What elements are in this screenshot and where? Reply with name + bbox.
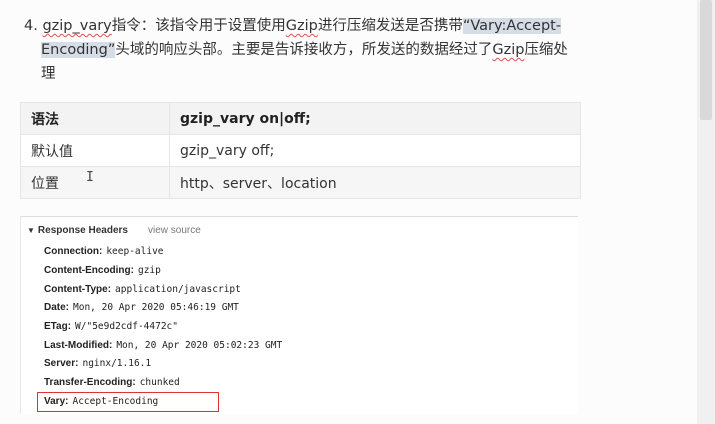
header-key: Last-Modified: [44, 340, 113, 351]
list-number: 4. [24, 18, 38, 34]
header-key: Date: [44, 302, 70, 313]
header-key: Content-Encoding: [44, 265, 134, 276]
header-value: application/javascript [115, 284, 241, 295]
gzip-term: Gzip [285, 18, 318, 34]
response-headers-toggle[interactable]: ▼ Response Headers [27, 225, 128, 236]
header-value: gzip [137, 265, 161, 276]
header-row: Content-Type: application/javascript [44, 284, 241, 295]
header-row: Date: Mon, 20 Apr 2020 05:46:19 GMT [44, 302, 239, 313]
description-text: 进行压缩发送是否携带 [317, 18, 463, 34]
page: 4. gzip_vary指令：该指令用于设置使用Gzip进行压缩发送是否携带“V… [0, 0, 715, 424]
section-title: Response Headers [37, 225, 128, 236]
description-text: 压缩处 [524, 42, 568, 58]
header-value: Mon, 20 Apr 2020 05:02:23 GMT [116, 340, 283, 351]
table-cell-value: gzip_vary on|off; [169, 102, 581, 135]
annotation-box [37, 392, 219, 412]
header-row: Content-Encoding: gzip [44, 265, 161, 276]
table-cell-label: 语法 [20, 102, 170, 135]
triangle-down-icon: ▼ [27, 226, 35, 235]
header-key: Content-Type: [44, 284, 112, 295]
table-cell-label: 默认值 [20, 134, 170, 167]
header-key: Server: [44, 358, 79, 369]
header-value: chunked [139, 377, 180, 388]
scrollbar-thumb[interactable] [700, 0, 712, 120]
description-text: 指令：该指令用于设置使用 [111, 18, 286, 34]
table-row: 语法 gzip_vary on|off; [20, 102, 581, 135]
header-key: ETag: [44, 321, 72, 332]
view-source-link[interactable]: view source [148, 225, 201, 236]
table-cell-value: http、server、location [169, 166, 581, 199]
directive-description: 4. gzip_vary指令：该指令用于设置使用Gzip进行压缩发送是否携带“V… [24, 14, 584, 86]
gzip-term: Gzip [492, 42, 525, 58]
table-cell-label: 位置 [20, 166, 170, 199]
header-key: Connection: [44, 246, 103, 257]
table-cell-value: gzip_vary off; [169, 134, 581, 167]
header-key: Transfer-Encoding: [44, 377, 136, 388]
header-row: Last-Modified: Mon, 20 Apr 2020 05:02:23 … [44, 340, 282, 351]
header-value: Mon, 20 Apr 2020 05:46:19 GMT [73, 302, 239, 313]
response-headers-panel: ▼ Response Headers view source Connection… [20, 216, 578, 414]
header-row: Transfer-Encoding: chunked [44, 377, 180, 388]
header-row: Connection: keep-alive [44, 246, 164, 257]
syntax-table: 语法 gzip_vary on|off; 默认值 gzip_vary off; … [20, 102, 581, 199]
table-row: 默认值 gzip_vary off; [20, 134, 581, 167]
header-value: keep-alive [106, 246, 164, 257]
text-cursor-icon: I [86, 170, 94, 185]
highlighted-text[interactable]: “Vary:Accept- [462, 18, 562, 34]
vertical-scrollbar[interactable] [697, 0, 715, 424]
header-value: W/"5e9d2cdf-4472c" [75, 321, 178, 332]
highlighted-text[interactable]: Encoding” [41, 42, 116, 58]
description-text: 头域的响应头部。主要是告诉接收方，所发送的数据经过了 [115, 42, 493, 58]
header-value: nginx/1.16.1 [82, 358, 152, 369]
description-text: 理 [41, 66, 56, 82]
directive-name: gzip_vary [42, 18, 112, 34]
table-row: 位置 http、server、location [20, 166, 581, 199]
header-row: ETag: W/"5e9d2cdf-4472c" [44, 321, 178, 332]
header-row: Server: nginx/1.16.1 [44, 358, 151, 369]
